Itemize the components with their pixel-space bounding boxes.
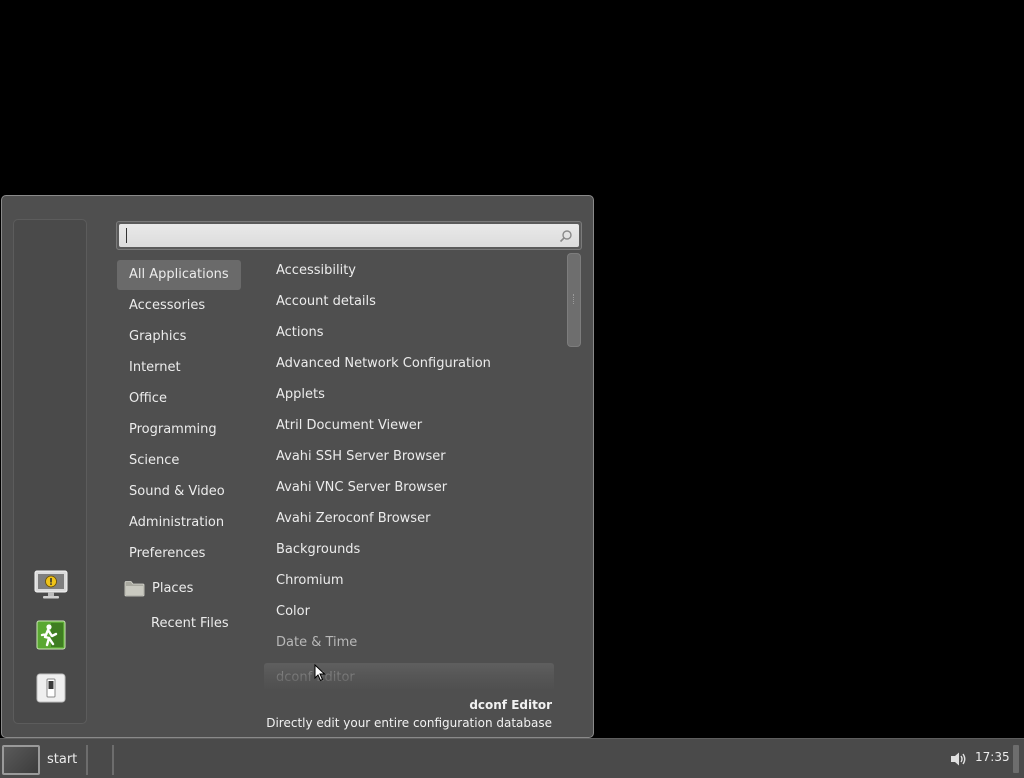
- text-caret: [126, 228, 127, 243]
- lock-screen-button[interactable]: [32, 567, 70, 603]
- app-accessibility[interactable]: Accessibility: [264, 261, 554, 286]
- category-programming[interactable]: Programming: [117, 415, 229, 445]
- category-science[interactable]: Science: [117, 446, 191, 476]
- taskbar-separator: [112, 745, 114, 775]
- volume-icon[interactable]: [950, 751, 968, 767]
- logout-button[interactable]: [32, 617, 70, 653]
- category-office[interactable]: Office: [117, 384, 179, 414]
- search-icon[interactable]: [559, 229, 573, 243]
- category-accessories[interactable]: Accessories: [117, 291, 217, 321]
- app-avahi-ssh-server-browser[interactable]: Avahi SSH Server Browser: [264, 442, 554, 472]
- app-chromium[interactable]: Chromium: [264, 566, 554, 596]
- applications-list: Accessibility Account details Actions Ad…: [264, 261, 556, 689]
- favorites-sidebar: [13, 219, 87, 724]
- search-input[interactable]: [119, 224, 579, 247]
- app-actions[interactable]: Actions: [264, 318, 554, 348]
- app-atril-document-viewer[interactable]: Atril Document Viewer: [264, 411, 554, 441]
- shutdown-button[interactable]: [32, 670, 70, 706]
- category-internet[interactable]: Internet: [117, 353, 193, 383]
- application-menu: All Applications Accessories Graphics In…: [1, 195, 594, 738]
- clock[interactable]: 17:35: [975, 750, 1010, 764]
- app-account-details[interactable]: Account details: [264, 287, 554, 317]
- category-graphics[interactable]: Graphics: [117, 322, 198, 352]
- places-item[interactable]: Places: [124, 575, 193, 601]
- category-administration[interactable]: Administration: [117, 508, 236, 538]
- start-label: start: [47, 752, 78, 767]
- start-menu-icon: [2, 744, 40, 775]
- app-advanced-network-configuration[interactable]: Advanced Network Configuration: [264, 349, 554, 379]
- applications-scrollbar[interactable]: [567, 253, 581, 693]
- app-color[interactable]: Color: [264, 597, 554, 627]
- search-box: [116, 221, 582, 250]
- category-all-applications[interactable]: All Applications: [117, 260, 241, 290]
- start-button[interactable]: start: [2, 743, 84, 776]
- taskbar: start 17:35: [0, 738, 1024, 778]
- folder-icon: [124, 580, 145, 596]
- places-label: Places: [152, 580, 194, 596]
- scrollbar-thumb[interactable]: [567, 253, 581, 347]
- app-description-title: dconf Editor: [469, 698, 552, 712]
- recent-files-item[interactable]: Recent Files: [151, 611, 229, 637]
- shutdown-icon: [36, 673, 66, 703]
- screensaver-lock-icon: [34, 570, 68, 599]
- app-backgrounds[interactable]: Backgrounds: [264, 535, 554, 565]
- app-description-text: Directly edit your entire configuration …: [266, 716, 552, 730]
- panel-handle[interactable]: [1013, 745, 1019, 773]
- scrollbar-grip: [573, 294, 575, 304]
- app-date-time[interactable]: Date & Time: [264, 628, 554, 658]
- app-dconf-editor[interactable]: dconf Editor: [264, 663, 554, 689]
- app-applets[interactable]: Applets: [264, 380, 554, 410]
- logout-icon: [36, 620, 66, 650]
- category-preferences[interactable]: Preferences: [117, 539, 217, 569]
- app-avahi-vnc-server-browser[interactable]: Avahi VNC Server Browser: [264, 473, 554, 503]
- taskbar-separator: [86, 745, 88, 775]
- search-field-container: [119, 224, 579, 247]
- app-avahi-zeroconf-browser[interactable]: Avahi Zeroconf Browser: [264, 504, 554, 534]
- category-sound-video[interactable]: Sound & Video: [117, 477, 237, 507]
